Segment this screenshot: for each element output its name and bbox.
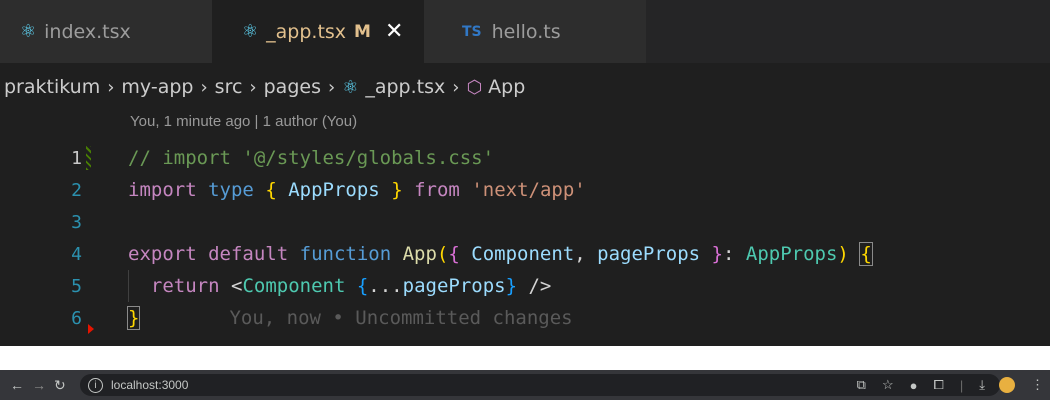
breadcrumb-item[interactable]: pages	[264, 76, 321, 98]
line-number: 3	[71, 211, 82, 233]
keyword: return	[150, 275, 220, 297]
keyword: export	[128, 243, 197, 265]
menu-dots-icon[interactable]: ⋮	[1031, 377, 1044, 393]
puzzle-icon[interactable]: ⧠	[933, 377, 943, 393]
paren: (	[436, 243, 449, 265]
url-text: localhost:3000	[111, 378, 189, 392]
tab-bar-empty	[646, 0, 1050, 63]
react-icon: ⚛	[242, 21, 259, 42]
star-icon[interactable]: ☆	[882, 377, 894, 393]
brace: }	[391, 179, 403, 201]
tab-hello-ts[interactable]: TS hello.ts	[424, 0, 646, 63]
line-number: 1	[71, 147, 82, 169]
tab-index-tsx[interactable]: ⚛ index.tsx	[0, 0, 212, 63]
breadcrumb-item[interactable]: praktikum	[4, 76, 100, 98]
extension-circle-icon[interactable]: ●	[910, 378, 918, 393]
tab-app-tsx[interactable]: ⚛ _app.tsx M ✕	[212, 0, 424, 63]
editor-tab-bar: ⚛ index.tsx ⚛ _app.tsx M ✕ TS hello.ts	[0, 0, 1050, 63]
comment: // import '@/styles/globals.css'	[128, 147, 495, 169]
chevron-right-icon: ›	[249, 76, 257, 98]
chevron-right-icon: ›	[107, 76, 115, 98]
back-arrow-icon[interactable]: ←	[10, 370, 24, 400]
info-icon[interactable]: i	[88, 377, 103, 393]
code-area[interactable]: 1 // import '@/styles/globals.css' 2 imp…	[0, 142, 1050, 334]
paren: )	[837, 243, 849, 265]
jsx-component: Component	[242, 275, 346, 297]
line-number: 4	[71, 243, 82, 265]
code-editor: ⚛ index.tsx ⚛ _app.tsx M ✕ TS hello.ts p…	[0, 0, 1050, 346]
string: 'next/app'	[471, 179, 586, 201]
breadcrumb-item[interactable]: App	[488, 76, 525, 98]
matched-brace: }	[126, 306, 141, 330]
divider: |	[959, 377, 964, 393]
code-line: 3	[0, 206, 1050, 238]
reload-icon[interactable]: ↻	[54, 370, 66, 400]
tab-label: hello.ts	[491, 20, 561, 43]
brace: {	[265, 179, 277, 201]
code-line: 1 // import '@/styles/globals.css'	[0, 142, 1050, 174]
modified-indicator: M	[354, 21, 371, 42]
line-number: 6	[71, 307, 82, 329]
chevron-right-icon: ›	[327, 76, 336, 98]
keyword: default	[208, 243, 289, 265]
breadcrumb-item[interactable]: my-app	[121, 76, 193, 98]
breadcrumb-item[interactable]: src	[215, 76, 243, 98]
code-line: 2 import type { AppProps } from 'next/ap…	[0, 174, 1050, 206]
comma: ,	[574, 243, 586, 265]
cube-icon: ⬡	[466, 76, 483, 98]
chevron-right-icon: ›	[200, 76, 208, 98]
keyword: function	[299, 243, 392, 265]
breadcrumb-item[interactable]: _app.tsx	[365, 76, 445, 98]
code-line: 5 return <Component {...pageProps} />	[0, 270, 1050, 302]
colon: :	[723, 243, 735, 265]
type-name: AppProps	[288, 179, 380, 201]
code-line: 4 export default function App({ Componen…	[0, 238, 1050, 270]
matched-brace: {	[859, 242, 873, 266]
function-name: App	[402, 243, 437, 265]
tag-bracket: <	[230, 275, 243, 297]
keyword: type	[208, 179, 254, 201]
chevron-right-icon: ›	[452, 76, 460, 98]
avatar[interactable]	[999, 377, 1015, 393]
git-blame-codelens[interactable]: You, 1 minute ago | 1 author (You)	[130, 113, 357, 130]
line-number: 5	[71, 275, 82, 297]
brace: }	[505, 275, 518, 297]
browser-toolbar: ← → ↻ i localhost:3000 ⧉ ☆ ● ⧠ | ⤓ ⋮	[0, 370, 1050, 400]
variable: pageProps	[402, 275, 506, 297]
react-icon: ⚛	[20, 21, 37, 42]
keyword: from	[414, 179, 460, 201]
git-blame-inline: You, now • Uncommitted changes	[229, 307, 573, 329]
close-icon[interactable]: ✕	[385, 19, 403, 44]
keyword: import	[128, 179, 197, 201]
git-deleted-gutter	[88, 324, 94, 334]
code-line: 6 } You, now • Uncommitted changes	[0, 302, 1050, 334]
brace: }	[711, 243, 723, 265]
parameter: pageProps	[597, 243, 701, 265]
typescript-icon: TS	[462, 23, 482, 40]
parameter: Component	[471, 243, 575, 265]
forward-arrow-icon[interactable]: →	[32, 370, 46, 400]
brace: {	[448, 243, 460, 265]
tab-label: index.tsx	[44, 20, 131, 43]
spread-operator: ...	[368, 275, 403, 297]
react-icon: ⚛	[342, 76, 359, 98]
tag-close: />	[517, 275, 552, 297]
download-icon[interactable]: ⤓	[979, 377, 985, 393]
tab-label: _app.tsx	[266, 20, 347, 43]
brace: {	[356, 275, 369, 297]
git-modified-gutter	[86, 146, 91, 170]
line-number: 2	[71, 179, 82, 201]
translate-icon[interactable]: ⧉	[857, 377, 866, 393]
browser-actions: ⧉ ☆ ● ⧠ | ⤓ ⋮	[841, 370, 1044, 400]
type-name: AppProps	[745, 243, 838, 265]
breadcrumb: praktikum › my-app › src › pages › ⚛ _ap…	[0, 63, 1050, 111]
